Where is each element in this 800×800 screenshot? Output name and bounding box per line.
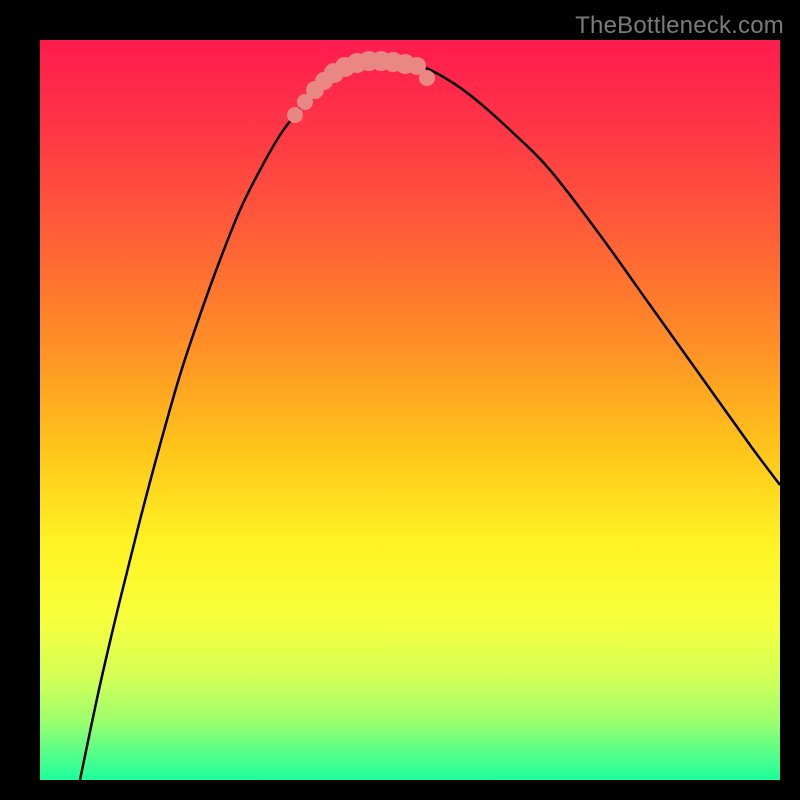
plot-area	[40, 40, 780, 780]
chart-frame: TheBottleneck.com	[0, 0, 800, 800]
gradient-background	[40, 40, 780, 780]
watermark-label: TheBottleneck.com	[575, 12, 784, 40]
